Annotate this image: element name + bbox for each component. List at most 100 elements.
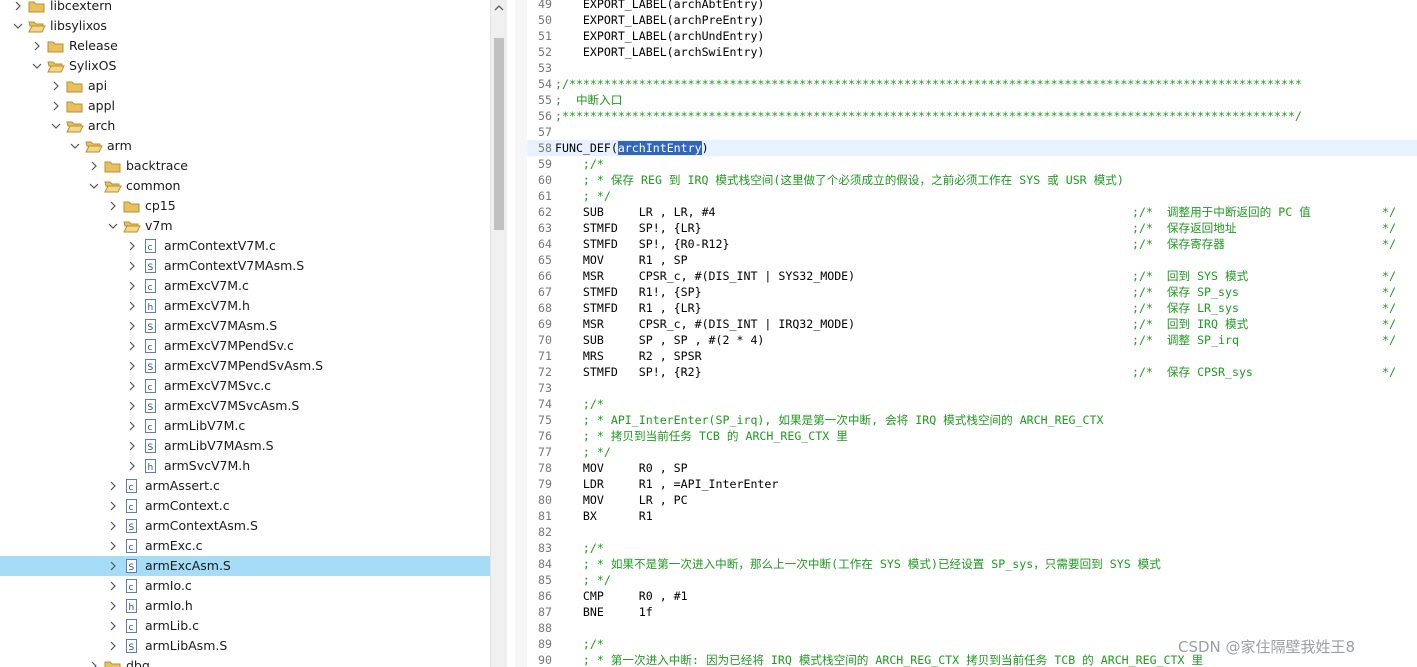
tree-item[interactable]: c armIo.c bbox=[0, 576, 490, 596]
chevron-right-icon[interactable] bbox=[50, 96, 62, 116]
code-line[interactable]: 86 CMP R0 , #1 bbox=[527, 588, 1417, 604]
chevron-right-icon[interactable] bbox=[107, 196, 119, 216]
chevron-down-icon[interactable] bbox=[69, 136, 81, 156]
tree-item[interactable]: SarmExcV7MAsm.S bbox=[0, 316, 490, 336]
code-line[interactable]: 67 STMFD R1!, {SP} ;/* 保存 SP_sys */ bbox=[527, 284, 1417, 300]
code-line[interactable]: 78 MOV R0 , SP bbox=[527, 460, 1417, 476]
tree-item-selected[interactable]: SarmExcAsm.S bbox=[0, 556, 490, 576]
chevron-down-icon[interactable] bbox=[12, 16, 24, 36]
code-line[interactable]: 53 bbox=[527, 60, 1417, 76]
tree-item[interactable]: SarmLibV7MAsm.S bbox=[0, 436, 490, 456]
code-line[interactable]: 74 ;/* bbox=[527, 396, 1417, 412]
code-line[interactable]: 79 LDR R1 , =API_InterEnter bbox=[527, 476, 1417, 492]
chevron-right-icon[interactable] bbox=[50, 76, 62, 96]
code-line[interactable]: 56 ;*************************************… bbox=[527, 108, 1417, 124]
code-line-current[interactable]: 58 FUNC_DEF(archIntEntry) bbox=[527, 140, 1417, 156]
code-line[interactable]: 55; 中断入口 bbox=[527, 92, 1417, 108]
tree-item[interactable]: c armLibV7M.c bbox=[0, 416, 490, 436]
tree-item[interactable]: backtrace bbox=[0, 156, 490, 176]
tree-item[interactable]: SarmLibAsm.S bbox=[0, 636, 490, 656]
chevron-right-icon[interactable] bbox=[107, 576, 119, 596]
code-line[interactable]: 49 EXPORT_LABEL(archAbtEntry) bbox=[527, 0, 1417, 12]
chevron-right-icon[interactable] bbox=[126, 236, 138, 256]
tree-item[interactable]: c armLib.c bbox=[0, 616, 490, 636]
code-line[interactable]: 63 STMFD SP!, {LR} ;/* 保存返回地址 */ bbox=[527, 220, 1417, 236]
code-line[interactable]: 77 ; */ bbox=[527, 444, 1417, 460]
chevron-right-icon[interactable] bbox=[126, 316, 138, 336]
chevron-right-icon[interactable] bbox=[107, 476, 119, 496]
code-line[interactable]: 72 STMFD SP!, {R2} ;/* 保存 CPSR_sys */ bbox=[527, 364, 1417, 380]
chevron-right-icon[interactable] bbox=[31, 36, 43, 56]
tree-item[interactable]: c armExc.c bbox=[0, 536, 490, 556]
chevron-right-icon[interactable] bbox=[126, 336, 138, 356]
code-line[interactable]: 71 MRS R2 , SPSR bbox=[527, 348, 1417, 364]
code-line[interactable]: 83 ;/* bbox=[527, 540, 1417, 556]
tree-item[interactable]: SarmContextV7MAsm.S bbox=[0, 256, 490, 276]
code-line[interactable]: 51 EXPORT_LABEL(archUndEntry) bbox=[527, 28, 1417, 44]
chevron-right-icon[interactable] bbox=[107, 596, 119, 616]
chevron-right-icon[interactable] bbox=[126, 276, 138, 296]
code-line[interactable]: 61 ; */ bbox=[527, 188, 1417, 204]
tree-item[interactable]: cp15 bbox=[0, 196, 490, 216]
chevron-right-icon[interactable] bbox=[126, 396, 138, 416]
tree-item[interactable]: arch bbox=[0, 116, 490, 136]
tree-item[interactable]: v7m bbox=[0, 216, 490, 236]
tree-item[interactable]: c armExcV7MPendSv.c bbox=[0, 336, 490, 356]
tree-item[interactable]: SarmExcV7MPendSvAsm.S bbox=[0, 356, 490, 376]
code-line[interactable]: 73 bbox=[527, 380, 1417, 396]
chevron-right-icon[interactable] bbox=[126, 416, 138, 436]
tree-item[interactable]: arm bbox=[0, 136, 490, 156]
tree-item[interactable]: h armExcV7M.h bbox=[0, 296, 490, 316]
code-line[interactable]: 62 SUB LR , LR, #4 ;/* 调整用于中断返回的 PC 值 */ bbox=[527, 204, 1417, 220]
tree-item[interactable]: appl bbox=[0, 96, 490, 116]
chevron-down-icon[interactable] bbox=[88, 176, 100, 196]
chevron-right-icon[interactable] bbox=[126, 436, 138, 456]
tree-item[interactable]: c armAssert.c bbox=[0, 476, 490, 496]
chevron-right-icon[interactable] bbox=[126, 296, 138, 316]
code-line[interactable]: 80 MOV LR , PC bbox=[527, 492, 1417, 508]
tree-item[interactable]: SarmExcV7MSvcAsm.S bbox=[0, 396, 490, 416]
code-line[interactable]: 66 MSR CPSR_c, #(DIS_INT | SYS32_MODE) ;/… bbox=[527, 268, 1417, 284]
chevron-right-icon[interactable] bbox=[107, 496, 119, 516]
tree-item[interactable]: Release bbox=[0, 36, 490, 56]
chevron-right-icon[interactable] bbox=[107, 516, 119, 536]
chevron-right-icon[interactable] bbox=[12, 0, 24, 16]
code-line[interactable]: 50 EXPORT_LABEL(archPreEntry) bbox=[527, 12, 1417, 28]
tree-item[interactable]: common bbox=[0, 176, 490, 196]
code-editor[interactable]: 49 EXPORT_LABEL(archAbtEntry) 50 EXPORT_L… bbox=[527, 0, 1417, 667]
chevron-down-icon[interactable] bbox=[107, 216, 119, 236]
tree-item[interactable]: c armExcV7MSvc.c bbox=[0, 376, 490, 396]
code-line[interactable]: 76 ; * 拷贝到当前任务 TCB 的 ARCH_REG_CTX 里 bbox=[527, 428, 1417, 444]
code-line[interactable]: 87 BNE 1f bbox=[527, 604, 1417, 620]
chevron-right-icon[interactable] bbox=[107, 536, 119, 556]
chevron-right-icon[interactable] bbox=[88, 656, 100, 667]
code-line[interactable]: 64 STMFD SP!, {R0-R12} ;/* 保存寄存器 */ bbox=[527, 236, 1417, 252]
tree-item[interactable]: SylixOS bbox=[0, 56, 490, 76]
code-line[interactable]: 88 bbox=[527, 620, 1417, 636]
code-line[interactable]: 60 ; * 保存 REG 到 IRQ 模式栈空间(这里做了个必须成立的假设，之… bbox=[527, 172, 1417, 188]
tree-item[interactable]: h armSvcV7M.h bbox=[0, 456, 490, 476]
code-line[interactable]: 81 BX R1 bbox=[527, 508, 1417, 524]
chevron-right-icon[interactable] bbox=[126, 356, 138, 376]
chevron-down-icon[interactable] bbox=[31, 56, 43, 76]
chevron-right-icon[interactable] bbox=[126, 256, 138, 276]
code-line[interactable]: 65 MOV R1 , SP bbox=[527, 252, 1417, 268]
chevron-right-icon[interactable] bbox=[107, 636, 119, 656]
tree-item[interactable]: api bbox=[0, 76, 490, 96]
tree-scrollbar[interactable] bbox=[490, 0, 507, 667]
tree-item[interactable]: libcextern bbox=[0, 0, 490, 16]
code-line[interactable]: 70 SUB SP , SP , #(2 * 4) ;/* 调整 SP_irq */ bbox=[527, 332, 1417, 348]
tree-item[interactable]: c armContextV7M.c bbox=[0, 236, 490, 256]
chevron-right-icon[interactable] bbox=[126, 456, 138, 476]
code-line[interactable]: 68 STMFD R1 , {LR} ;/* 保存 LR_sys */ bbox=[527, 300, 1417, 316]
chevron-right-icon[interactable] bbox=[107, 556, 119, 576]
tree-item[interactable]: SarmContextAsm.S bbox=[0, 516, 490, 536]
code-line[interactable]: 85 ; */ bbox=[527, 572, 1417, 588]
chevron-right-icon[interactable] bbox=[88, 156, 100, 176]
tree-item[interactable]: h armIo.h bbox=[0, 596, 490, 616]
code-line[interactable]: 69 MSR CPSR_c, #(DIS_INT | IRQ32_MODE) ;/… bbox=[527, 316, 1417, 332]
scroll-up-icon[interactable] bbox=[491, 0, 507, 14]
chevron-down-icon[interactable] bbox=[50, 116, 62, 136]
code-line[interactable]: 82 bbox=[527, 524, 1417, 540]
tree-item[interactable]: libsylixos bbox=[0, 16, 490, 36]
